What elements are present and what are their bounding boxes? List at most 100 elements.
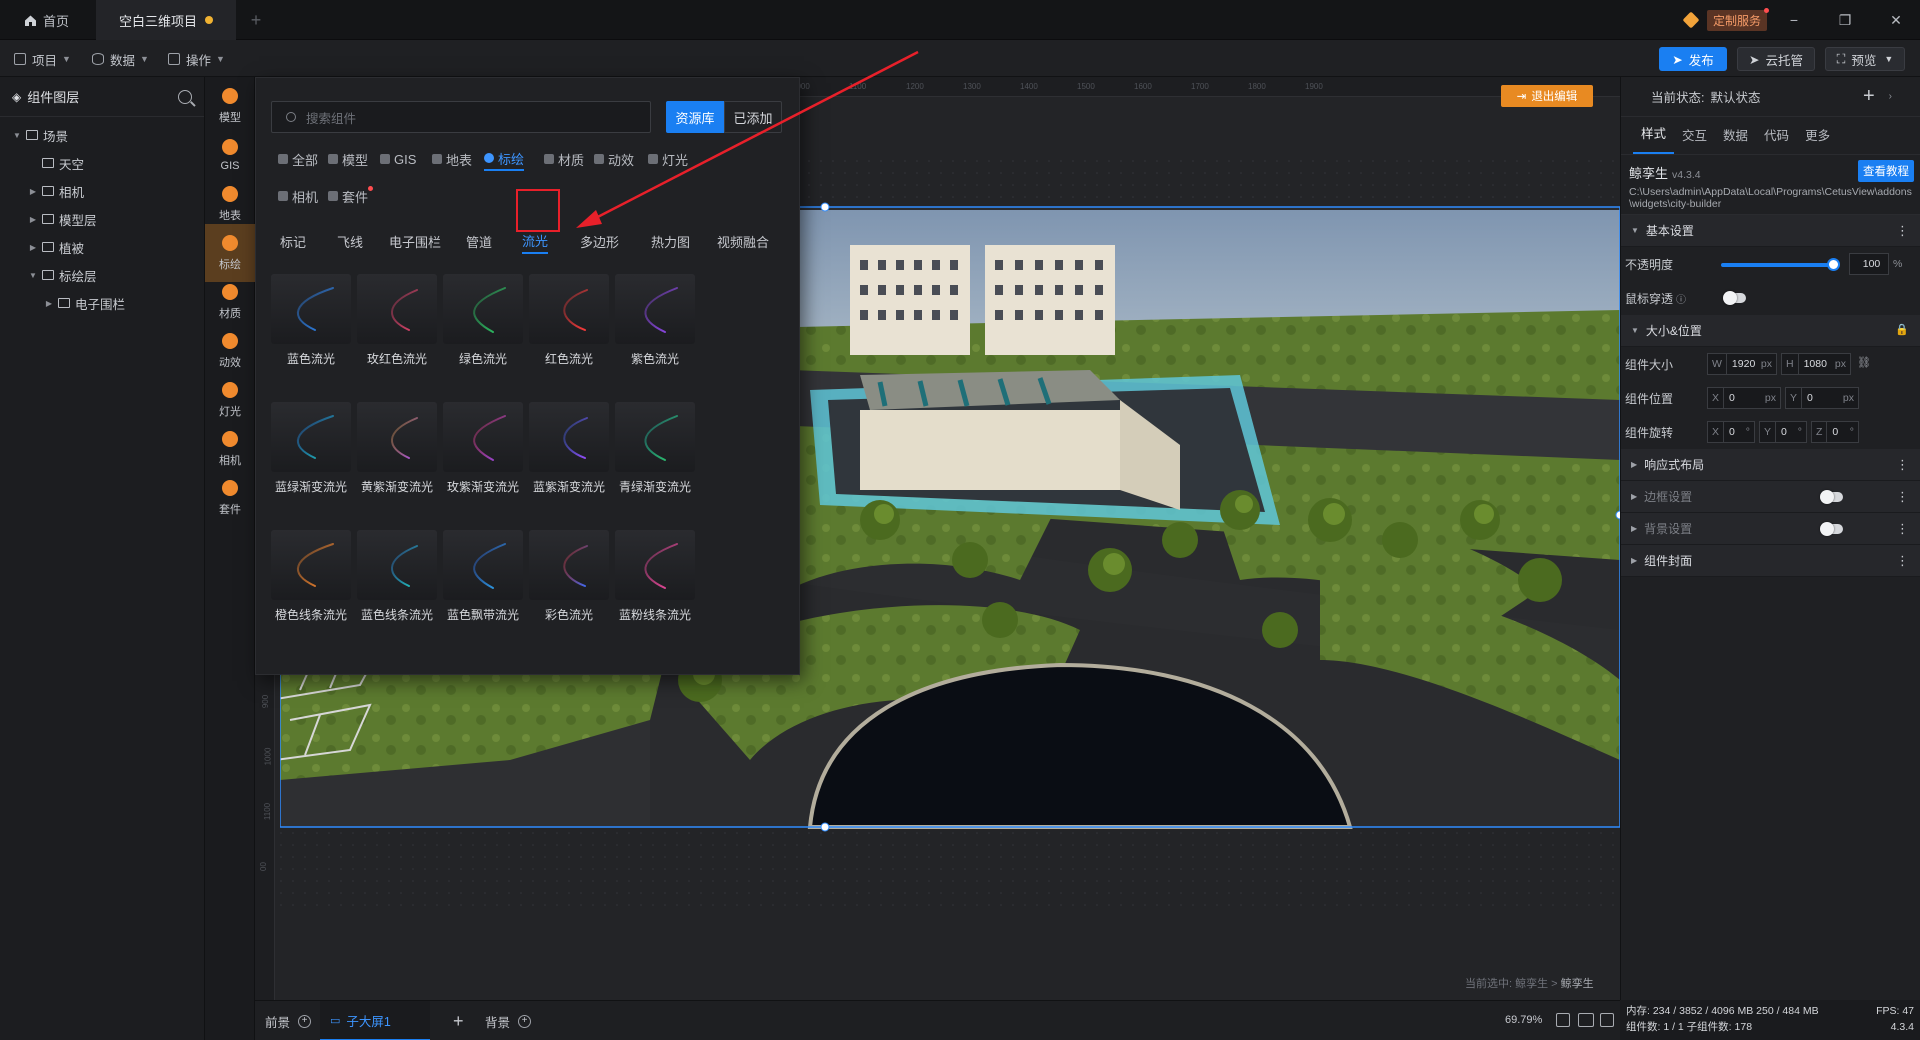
state-value[interactable]: 默认状态 [1710,87,1760,106]
layer-item[interactable]: ▶ 模型层 [0,205,204,233]
view-tutorial-button[interactable]: 查看教程 [1858,160,1914,182]
layer-item[interactable]: 天空 [0,149,204,177]
opacity-slider-track[interactable] [1721,263,1833,267]
property-tab[interactable]: 数据 [1715,125,1756,154]
background-toggle[interactable] [1820,522,1843,536]
subcategory-tab[interactable]: 管道 [466,228,492,254]
menu-project[interactable]: 项目 ▼ [14,48,71,70]
section-border-settings[interactable]: ▶ 边框设置 ⋮ [1621,481,1920,513]
terminal-icon[interactable] [1600,1013,1614,1027]
caret-down-icon[interactable]: ▼ [12,131,22,140]
layer-item[interactable]: ▼ 场景 [0,121,204,149]
preview-button[interactable]: ⛶ 预览 ▼ [1825,47,1905,71]
add-foreground-icon[interactable]: + [298,1014,312,1028]
component-card[interactable]: 紫色流光 [615,274,695,366]
foreground-tab[interactable]: 前景 + [265,1001,312,1040]
section-size-position[interactable]: ▼ 大小&位置 🔒 [1621,315,1920,347]
subcategory-tab[interactable]: 热力图 [651,228,690,254]
category-tab[interactable]: 模型 [328,147,368,171]
help-icon[interactable]: ⓘ [1676,291,1686,306]
layer-item[interactable]: ▶ 相机 [0,177,204,205]
caret-down-icon[interactable]: ▼ [28,271,38,280]
border-toggle[interactable] [1820,490,1843,504]
search-icon[interactable] [178,89,192,104]
tab-home[interactable]: 首页 [10,0,90,40]
section-background-settings[interactable]: ▶ 背景设置 ⋮ [1621,513,1920,545]
component-card[interactable]: 玫红色流光 [357,274,437,366]
publish-button[interactable]: ➤ 发布 [1659,47,1727,71]
component-card[interactable]: 橙色线条流光 [271,530,351,622]
x-input[interactable]: X 0 px [1707,387,1781,409]
property-tab[interactable]: 交互 [1674,125,1715,154]
component-card[interactable]: 蓝色飘带流光 [443,530,523,622]
component-card[interactable]: 蓝色线条流光 [357,530,437,622]
property-tab[interactable]: 代码 [1756,125,1797,154]
rail-item[interactable]: 套件 [205,469,255,527]
link-icon[interactable]: ⛓ [1857,356,1871,369]
rotate-y-input[interactable]: Y 0 ° [1759,421,1807,443]
child-screen-tab[interactable]: ▭ 子大屏1 [320,1001,430,1040]
height-input[interactable]: H 1080 px [1781,353,1851,375]
category-tab[interactable]: 相机 [278,184,318,208]
more-vertical-icon[interactable]: ⋮ [1896,521,1909,537]
chevron-right-icon[interactable]: › [1889,91,1892,102]
component-card[interactable]: 黄紫渐变流光 [357,402,437,494]
category-tab[interactable]: GIS [380,147,416,171]
layer-item[interactable]: ▼ 标绘层 [0,261,204,289]
section-component-cover[interactable]: ▶ 组件封面 ⋮ [1621,545,1920,577]
caret-right-icon[interactable]: ▶ [28,187,38,196]
y-input[interactable]: Y 0 px [1785,387,1859,409]
lock-icon[interactable]: 🔒 [1895,323,1909,336]
minimize-button[interactable]: − [1782,8,1806,32]
more-vertical-icon[interactable]: ⋮ [1896,457,1909,473]
category-tab[interactable]: 动效 [594,147,634,171]
component-card[interactable]: 蓝紫渐变流光 [529,402,609,494]
caret-right-icon[interactable]: ▶ [28,215,38,224]
menu-operate[interactable]: 操作 ▼ [168,48,225,70]
caret-right-icon[interactable]: ▶ [44,299,54,308]
component-card[interactable]: 青绿渐变流光 [615,402,695,494]
more-vertical-icon[interactable]: ⋮ [1896,553,1909,569]
caret-right-icon[interactable]: ▶ [28,243,38,252]
category-tab[interactable]: 标绘 [484,147,525,171]
fit-screen-icon[interactable] [1556,1013,1570,1027]
added-tab[interactable]: 已添加 [724,101,782,133]
more-vertical-icon[interactable]: ⋮ [1896,223,1909,239]
component-card[interactable]: 红色流光 [529,274,609,366]
custom-service-button[interactable]: 定制服务 [1682,7,1770,31]
width-input[interactable]: W 1920 px [1707,353,1777,375]
opacity-slider-handle[interactable] [1827,258,1840,271]
component-card[interactable]: 玫紫渐变流光 [443,402,523,494]
subcategory-tab[interactable]: 电子围栏 [389,228,441,254]
component-card[interactable]: 彩色流光 [529,530,609,622]
category-tab[interactable]: 套件 [328,184,374,208]
section-basic-settings[interactable]: ▼ 基本设置 ⋮ [1621,215,1920,247]
property-tab[interactable]: 更多 [1797,125,1838,154]
resource-library-tab[interactable]: 资源库 [666,101,724,133]
add-state-icon[interactable]: + [1863,85,1875,108]
maximize-button[interactable]: ❐ [1833,8,1857,32]
mouse-through-toggle[interactable] [1723,291,1746,305]
section-responsive-layout[interactable]: ▶ 响应式布局 ⋮ [1621,449,1920,481]
layer-item[interactable]: ▶ 电子围栏 [0,289,204,317]
component-card[interactable]: 蓝色流光 [271,274,351,366]
new-tab-button[interactable]: + [246,0,266,40]
component-card[interactable]: 绿色流光 [443,274,523,366]
layer-item[interactable]: ▶ 植被 [0,233,204,261]
cloud-hosting-button[interactable]: ➤ 云托管 [1737,47,1815,71]
category-tab[interactable]: 灯光 [648,147,688,171]
tab-project[interactable]: 空白三维项目 [96,0,236,40]
property-tab[interactable]: 样式 [1633,123,1675,154]
opacity-input[interactable]: 100 [1849,253,1889,275]
menu-data[interactable]: 数据 ▼ [92,48,149,70]
background-tab[interactable]: 背景 + [485,1001,532,1040]
category-tab[interactable]: 材质 [544,147,584,171]
add-screen-button[interactable]: + [453,1001,464,1040]
keyboard-icon[interactable] [1578,1013,1594,1027]
more-vertical-icon[interactable]: ⋮ [1896,489,1909,505]
component-card[interactable]: 蓝粉线条流光 [615,530,695,622]
category-tab[interactable]: 地表 [432,147,472,171]
category-tab[interactable]: 全部 [278,147,318,171]
add-background-icon[interactable]: + [518,1014,532,1028]
component-card[interactable]: 蓝绿渐变流光 [271,402,351,494]
